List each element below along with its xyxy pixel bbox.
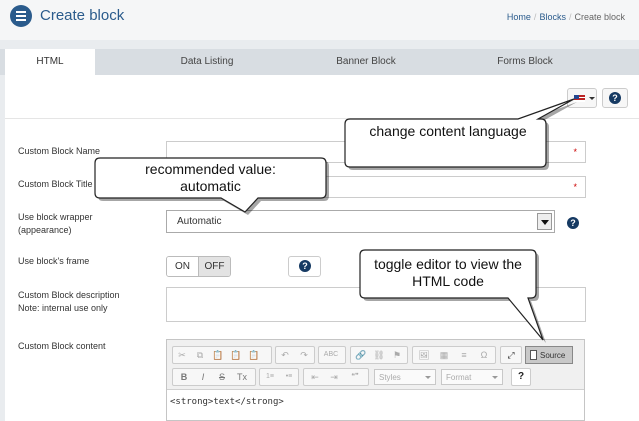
styles-combo[interactable]: Styles (374, 369, 436, 385)
blockquote-icon[interactable]: ❝❞ (345, 369, 365, 385)
toggle-on[interactable]: ON (167, 257, 198, 276)
breadcrumb: Home / Blocks / Create block (506, 12, 625, 22)
anchor-icon[interactable]: ⚑ (389, 347, 405, 363)
tab-data-listing[interactable]: Data Listing (158, 49, 256, 75)
unlink-icon[interactable]: ⛓ (371, 347, 387, 363)
block-type-tabs: HTML Data Listing Banner Block Forms Blo… (0, 49, 639, 75)
special-char-icon[interactable]: Ω (476, 347, 492, 363)
form-panel: ? Custom Block Name * Custom Block Title… (5, 75, 639, 421)
document-icon (530, 350, 537, 360)
title-label: Custom Block Title (18, 179, 93, 189)
bold-icon[interactable]: B (176, 369, 192, 385)
select-value: Automatic (177, 216, 222, 227)
redo-icon[interactable]: ↷ (296, 347, 312, 363)
language-selector[interactable] (567, 88, 597, 108)
about-icon[interactable]: ? (513, 369, 529, 385)
italic-icon[interactable]: I (195, 369, 211, 385)
editor-content[interactable]: <strong>text</strong> (170, 397, 284, 407)
bulleted-list-icon[interactable]: •≡ (280, 369, 298, 385)
caret-down-icon (589, 97, 595, 100)
content-editor: ✂ ⧉ 📋 📋 📋 ↶ ↷ ABC 🔗 ⛓ ⚑ 🖼 ▦ ≡ Ω ⤢ Source… (166, 339, 585, 421)
us-flag-icon (574, 95, 585, 102)
numbered-list-icon[interactable]: 1≡ (261, 369, 279, 385)
description-label: Custom Block description Note: internal … (18, 290, 120, 313)
undo-icon[interactable]: ↶ (277, 347, 293, 363)
block-title-input[interactable]: * (166, 176, 586, 198)
block-wrapper-select[interactable]: Automatic (166, 210, 555, 233)
paste-word-icon[interactable]: 📋 (247, 347, 261, 363)
remove-format-icon[interactable]: Tx (233, 369, 251, 385)
content-label: Custom Block content (18, 341, 106, 351)
required-mark: * (573, 147, 577, 157)
list-icon (10, 5, 32, 27)
toggle-off[interactable]: OFF (198, 257, 230, 276)
copy-icon[interactable]: ⧉ (193, 347, 207, 363)
help-button[interactable]: ? (602, 88, 628, 108)
cut-icon[interactable]: ✂ (175, 347, 189, 363)
editor-toolbar: ✂ ⧉ 📋 📋 📋 ↶ ↷ ABC 🔗 ⛓ ⚑ 🖼 ▦ ≡ Ω ⤢ Source… (167, 340, 584, 390)
table-icon[interactable]: ▦ (436, 347, 452, 363)
breadcrumb-blocks[interactable]: Blocks (539, 12, 566, 22)
divider (5, 118, 639, 119)
help-icon: ? (609, 92, 621, 104)
breadcrumb-current: Create block (574, 12, 625, 22)
strike-icon[interactable]: S (214, 369, 230, 385)
horizontal-rule-icon[interactable]: ≡ (456, 347, 472, 363)
block-description-textarea[interactable] (166, 287, 586, 322)
outdent-icon[interactable]: ⇤ (306, 369, 324, 385)
block-name-input[interactable]: * (166, 141, 586, 163)
wrapper-label: Use block wrapper (appearance) (18, 212, 93, 235)
required-mark: * (573, 182, 577, 192)
maximize-icon[interactable]: ⤢ (502, 347, 520, 363)
tab-banner-block[interactable]: Banner Block (316, 49, 416, 75)
breadcrumb-home[interactable]: Home (507, 12, 531, 22)
page-header: Create block Home / Blocks / Create block (0, 0, 639, 40)
tab-forms-block[interactable]: Forms Block (475, 49, 575, 75)
help-icon: ? (299, 260, 311, 272)
paste-icon[interactable]: 📋 (211, 347, 225, 363)
wrapper-help-icon[interactable]: ? (567, 217, 579, 229)
source-button[interactable]: Source (525, 346, 573, 364)
page-title: Create block (40, 7, 125, 24)
name-label: Custom Block Name (18, 146, 101, 156)
paste-text-icon[interactable]: 📋 (229, 347, 243, 363)
link-icon[interactable]: 🔗 (353, 347, 369, 363)
spellcheck-icon[interactable]: ABC (320, 347, 342, 363)
image-icon[interactable]: 🖼 (416, 347, 432, 363)
frame-toggle[interactable]: ON OFF (166, 256, 231, 277)
indent-icon[interactable]: ⇥ (325, 369, 343, 385)
dropdown-arrow-icon (537, 213, 552, 230)
frame-help-button[interactable]: ? (288, 256, 321, 277)
format-combo[interactable]: Format (441, 369, 503, 385)
tab-html[interactable]: HTML (5, 49, 95, 75)
frame-label: Use block's frame (18, 256, 90, 266)
